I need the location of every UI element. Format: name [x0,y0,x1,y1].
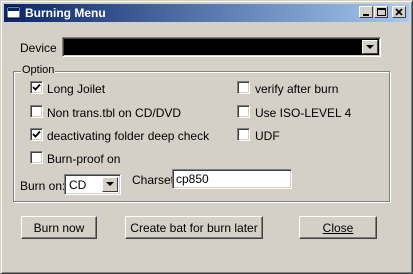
chevron-down-icon [106,182,114,186]
minimize-icon [363,14,369,16]
verify-after-burn-label: verify after burn [255,82,339,96]
udf-label: UDF [255,129,280,143]
maximize-icon [376,8,386,16]
iso-level-4-checkbox[interactable] [237,105,250,118]
udf-checkbox[interactable] [237,128,250,141]
device-select[interactable] [62,37,381,57]
charset-label: Charset: [132,173,178,187]
burn-proof-checkbox[interactable] [30,151,43,164]
long-joilet-label: Long Joilet [47,82,106,96]
iso-level-4-label: Use ISO-LEVEL 4 [255,106,352,120]
create-bat-button[interactable]: Create bat for burn later [125,216,263,239]
device-dropdown-button[interactable] [362,40,378,54]
option-group-label: Option [21,64,56,76]
checkmark-icon [32,130,41,138]
charset-value: cp850 [176,172,209,186]
non-trans-tbl-label: Non trans.tbl on CD/DVD [47,106,182,120]
deactivating-folder-checkbox[interactable] [30,128,43,141]
close-window-button[interactable] [392,6,406,18]
burn-on-select[interactable]: CD [64,174,121,195]
close-button[interactable]: Close [299,216,377,239]
window-title: Burning Menu [25,6,106,20]
deactivating-folder-label: deactivating folder deep check [47,129,210,143]
chevron-down-icon [366,44,374,49]
checkmark-icon [32,83,41,91]
title-bar[interactable]: Burning Menu [4,4,409,22]
minimize-button[interactable] [359,6,373,18]
non-trans-tbl-checkbox[interactable] [30,105,43,118]
burn-on-value: CD [69,178,87,192]
maximize-button[interactable] [374,6,388,18]
burn-proof-label: Burn-proof on [47,152,121,166]
app-icon [7,6,20,19]
burn-now-button[interactable]: Burn now [21,216,97,239]
device-label: Device [20,41,57,55]
burn-on-dropdown-button[interactable] [102,177,118,192]
burn-on-label: Burn on: [20,179,66,193]
burning-menu-window: Burning Menu Device Option Long Joilet N… [0,0,413,274]
charset-input[interactable]: cp850 [172,169,292,189]
long-joilet-checkbox[interactable] [30,81,43,94]
close-icon [395,8,403,16]
verify-after-burn-checkbox[interactable] [237,81,250,94]
